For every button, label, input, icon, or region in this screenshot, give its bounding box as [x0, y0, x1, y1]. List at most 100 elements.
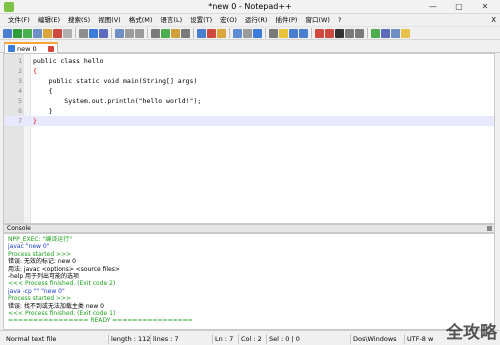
toolbar-button-icon[interactable]: [269, 28, 278, 38]
toolbar-button-icon[interactable]: [401, 28, 410, 38]
tab-bar: new 0: [0, 40, 500, 53]
toolbar-button-icon[interactable]: [253, 28, 262, 38]
toolbar-button-icon[interactable]: [371, 28, 380, 38]
line-number: 5: [18, 97, 22, 105]
toolbar-button-icon[interactable]: [391, 28, 400, 38]
toolbar-button-icon[interactable]: [217, 28, 226, 38]
toolbar-button-icon[interactable]: [63, 28, 72, 38]
code-text: }: [33, 107, 53, 115]
toolbar-button-icon[interactable]: [345, 28, 354, 38]
toolbar-button-icon[interactable]: [299, 28, 308, 38]
code-line: 4 {: [4, 86, 494, 96]
menu-window[interactable]: 窗口(W): [301, 14, 334, 26]
close-button[interactable]: ✕: [472, 1, 498, 13]
toolbar-button-icon[interactable]: [325, 28, 334, 38]
close-document-button[interactable]: X: [491, 14, 496, 26]
toolbar: [0, 26, 500, 40]
toolbar-button-icon[interactable]: [171, 28, 180, 38]
code-text: {: [33, 67, 37, 75]
menu-edit[interactable]: 编辑(E): [34, 14, 64, 26]
toolbar-button-icon[interactable]: [53, 28, 62, 38]
toolbar-button-icon[interactable]: [89, 28, 98, 38]
toolbar-button-icon[interactable]: [289, 28, 298, 38]
toolbar-separator: [193, 28, 194, 38]
toolbar-button-icon[interactable]: [381, 28, 390, 38]
tab-close-icon[interactable]: [48, 45, 54, 52]
menu-run[interactable]: 运行(R): [241, 14, 272, 26]
toolbar-button-icon[interactable]: [151, 28, 160, 38]
console-line: javac "new 0": [8, 243, 50, 251]
console-line: <<< Process finished. (Exit code 2): [8, 280, 116, 288]
code-line: 1 public class hello: [4, 56, 494, 66]
toolbar-button-icon[interactable]: [99, 28, 108, 38]
toolbar-button-icon[interactable]: [13, 28, 22, 38]
status-line-number: Ln : 7: [212, 334, 233, 344]
toolbar-separator: [311, 28, 312, 38]
code-line: 5 System.out.println("hello world!");: [4, 96, 494, 106]
toolbar-button-icon[interactable]: [315, 28, 324, 38]
toolbar-button-icon[interactable]: [243, 28, 252, 38]
status-eol[interactable]: Dos\Windows: [350, 334, 397, 344]
watermark-logo: 全攻略: [446, 323, 497, 343]
menu-bar: 文件(F) 编辑(E) 搜索(S) 视图(V) 格式(M) 语言(L) 设置(T…: [0, 14, 500, 26]
console-line: Process started >>>: [8, 295, 72, 303]
status-file-type: Normal text file: [6, 335, 57, 343]
console-line: 错误: 找不到或无法加载主类 new 0: [8, 302, 104, 310]
code-text: public class hello: [33, 57, 104, 65]
status-encoding[interactable]: UTF-8 w: [404, 334, 433, 344]
tab-new-0[interactable]: new 0: [4, 42, 58, 53]
status-column: Col : 2: [238, 334, 262, 344]
toolbar-button-icon[interactable]: [125, 28, 134, 38]
console-line: 用法: javac <options> <source files>: [8, 265, 120, 273]
menu-language[interactable]: 语言(L): [156, 14, 186, 26]
toolbar-separator: [111, 28, 112, 38]
console-line: <<< Process finished. (Exit code 1): [8, 310, 116, 318]
menu-settings[interactable]: 设置(T): [186, 14, 216, 26]
maximize-button[interactable]: ▢: [446, 1, 472, 13]
line-number: 4: [18, 87, 22, 95]
menu-view[interactable]: 视图(V): [94, 14, 125, 26]
toolbar-button-icon[interactable]: [79, 28, 88, 38]
menu-plugins[interactable]: 插件(P): [271, 14, 301, 26]
toolbar-button-icon[interactable]: [33, 28, 42, 38]
console-output[interactable]: NPP_EXEC: "编译运行" javac "new 0" Process s…: [3, 233, 495, 330]
status-lines: lines : 7: [150, 334, 179, 344]
console-line: ================ READY ================: [8, 317, 193, 325]
toolbar-button-icon[interactable]: [181, 28, 190, 38]
toolbar-button-icon[interactable]: [43, 28, 52, 38]
toolbar-button-icon[interactable]: [161, 28, 170, 38]
toolbar-button-icon[interactable]: [3, 28, 12, 38]
console-line: Process started >>>: [8, 250, 72, 258]
toolbar-separator: [229, 28, 230, 38]
line-number: 1: [18, 57, 22, 65]
toolbar-button-icon[interactable]: [23, 28, 32, 38]
line-number: 6: [18, 107, 22, 115]
menu-format[interactable]: 格式(M): [125, 14, 157, 26]
toolbar-button-icon[interactable]: [279, 28, 288, 38]
status-length: length : 112: [108, 334, 150, 344]
line-number: 7: [18, 117, 22, 125]
console-line: NPP_EXEC: "编译运行": [8, 236, 73, 243]
menu-search[interactable]: 搜索(S): [64, 14, 94, 26]
code-text: }: [33, 117, 37, 125]
toolbar-button-icon[interactable]: [355, 28, 364, 38]
menu-help[interactable]: ?: [334, 14, 345, 26]
toolbar-button-icon[interactable]: [233, 28, 242, 38]
console-close-icon[interactable]: [487, 226, 492, 231]
menu-file[interactable]: 文件(F): [4, 14, 34, 26]
code-line: 6 }: [4, 106, 494, 116]
toolbar-button-icon[interactable]: [335, 28, 344, 38]
toolbar-separator: [367, 28, 368, 38]
toolbar-button-icon[interactable]: [197, 28, 206, 38]
tab-label: new 0: [17, 44, 37, 53]
menu-macro[interactable]: 宏(O): [216, 14, 241, 26]
line-number: 3: [18, 77, 22, 85]
minimize-button[interactable]: —: [420, 1, 446, 13]
toolbar-button-icon[interactable]: [135, 28, 144, 38]
console-panel-header: Console: [3, 224, 495, 233]
status-bar: Normal text file length : 112 lines : 7 …: [0, 330, 500, 345]
toolbar-button-icon[interactable]: [115, 28, 124, 38]
toolbar-button-icon[interactable]: [207, 28, 216, 38]
code-editor[interactable]: 1 public class hello 2 { 3 public static…: [3, 53, 495, 224]
console-line: 错误: 无效的标记: new 0: [8, 258, 76, 266]
